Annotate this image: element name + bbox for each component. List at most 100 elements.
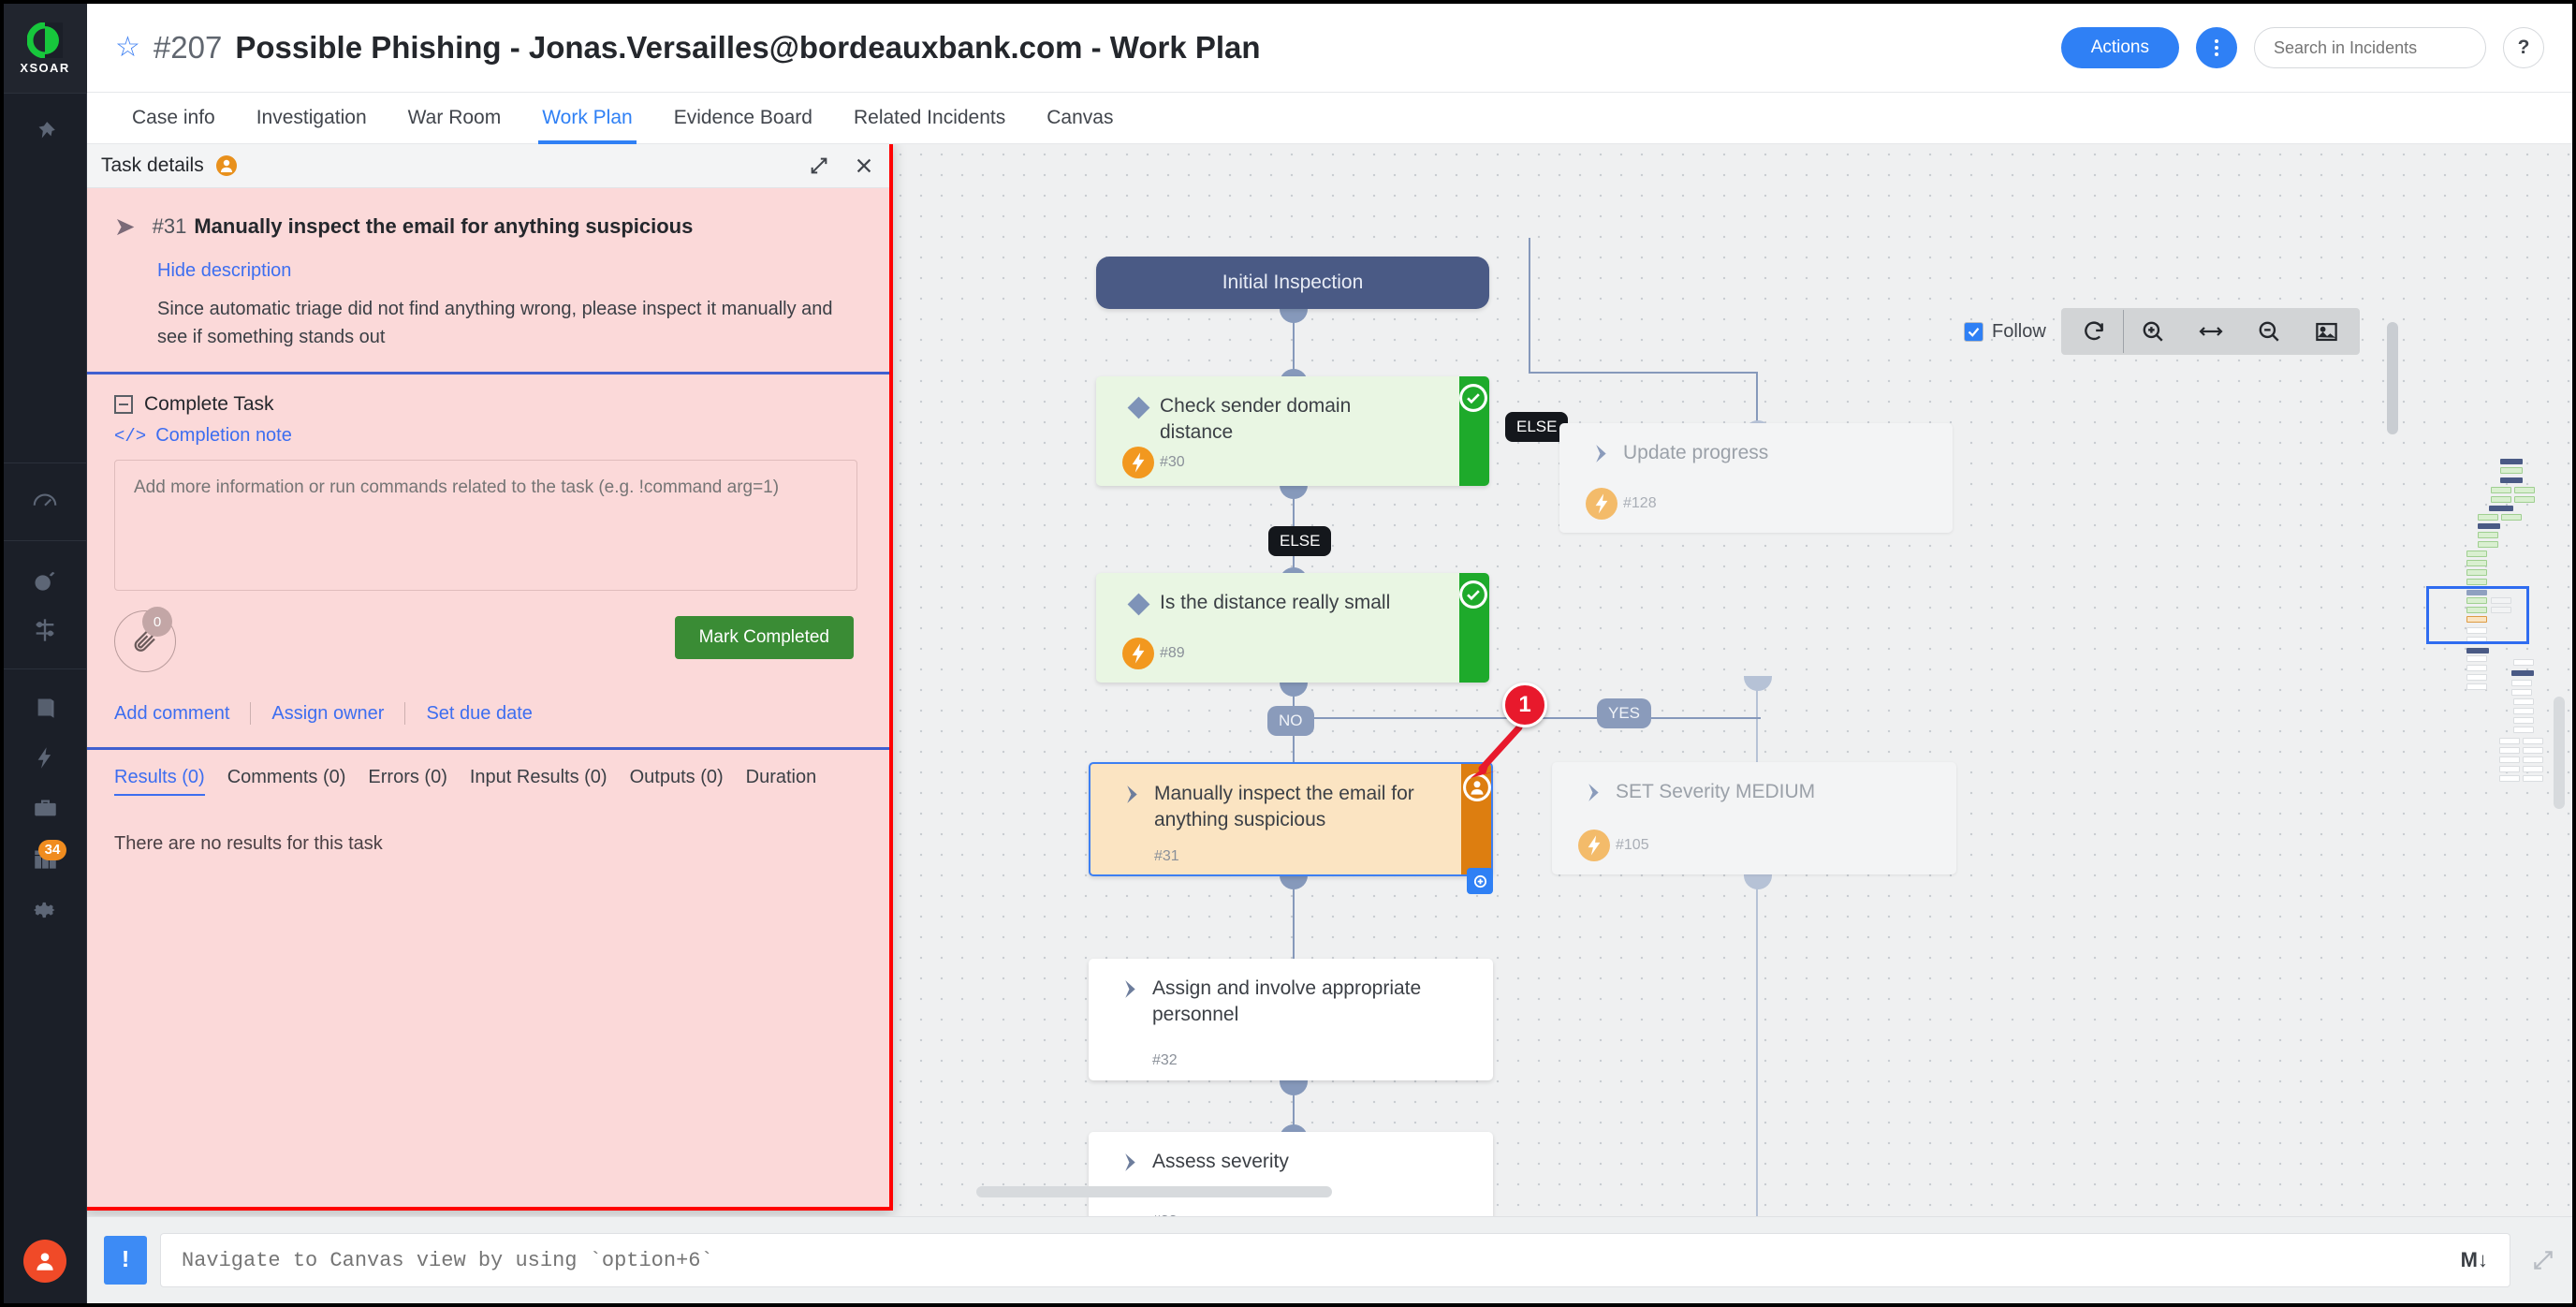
- xsoar-logo-text: XSOAR: [20, 60, 70, 75]
- rail-section-dashboard: [3, 462, 87, 540]
- flow-node-105[interactable]: SET Severity MEDIUM #105: [1552, 762, 1956, 874]
- completion-note-link[interactable]: Completion note: [155, 425, 292, 447]
- tab-errors[interactable]: Errors (0): [368, 767, 469, 800]
- search-input[interactable]: [2254, 27, 2486, 68]
- automation-icon[interactable]: [20, 733, 70, 784]
- task-details-body: ➤ #31 Manually inspect the email for any…: [87, 188, 889, 1207]
- code-icon: </>: [114, 425, 147, 447]
- tab-canvas[interactable]: Canvas: [1026, 93, 1134, 144]
- flow-node-status-stripe: [1459, 573, 1489, 683]
- settings-icon[interactable]: [20, 885, 70, 935]
- connector-dot: [1744, 676, 1772, 691]
- left-nav-rail: XSOAR 34: [3, 4, 87, 1303]
- edge-label-no: NO: [1267, 706, 1314, 736]
- refresh-icon[interactable]: [2065, 308, 2123, 355]
- flow-node-33[interactable]: Assess severity #33: [1089, 1132, 1493, 1216]
- flow-node-id: #31: [1154, 848, 1179, 864]
- tab-war-room[interactable]: War Room: [388, 93, 522, 144]
- rail-section-pin: [3, 93, 87, 170]
- tab-duration[interactable]: Duration: [746, 767, 840, 800]
- completed-check-icon: [1459, 384, 1487, 412]
- flow-section-header-top[interactable]: Initial Inspection: [1096, 257, 1489, 309]
- minimap-vertical-scrollbar[interactable]: [2554, 697, 2565, 809]
- hide-description-link[interactable]: Hide description: [157, 260, 857, 282]
- dashboard-icon[interactable]: [20, 477, 70, 527]
- command-prefix-button[interactable]: !: [104, 1236, 147, 1285]
- completed-check-icon: [1459, 580, 1487, 609]
- flow-node-id: #128: [1623, 495, 1657, 511]
- manual-task-chevron-icon: ➤: [114, 213, 136, 241]
- tab-investigation[interactable]: Investigation: [236, 93, 388, 144]
- application-window: XSOAR 34 ☆ #207 Possible Phishing - Jona…: [0, 0, 2576, 1307]
- flow-node-title: Manually inspect the email for anything …: [1154, 783, 1414, 831]
- annotation-marker-1: 1: [1502, 683, 1547, 727]
- set-due-date-link[interactable]: Set due date: [405, 703, 552, 725]
- flow-node-id: #30: [1160, 453, 1185, 470]
- rail-section-incidents: [3, 539, 87, 668]
- flow-node-30[interactable]: Check sender domain distance #30: [1096, 376, 1489, 486]
- more-options-button[interactable]: [2196, 27, 2237, 68]
- xsoar-logo[interactable]: XSOAR: [3, 4, 87, 93]
- flow-section-title: Initial Inspection: [1222, 272, 1364, 293]
- tab-comments[interactable]: Comments (0): [227, 767, 369, 800]
- export-image-icon[interactable]: [2298, 308, 2356, 355]
- workplan-canvas[interactable]: Follow Initial Inspection Check sender d…: [87, 144, 2572, 1216]
- add-task-button[interactable]: [1467, 868, 1493, 894]
- expand-icon[interactable]: [2531, 1248, 2555, 1272]
- playbooks-icon[interactable]: [20, 683, 70, 733]
- zoom-in-icon[interactable]: [2124, 308, 2182, 355]
- add-comment-link[interactable]: Add comment: [114, 703, 250, 725]
- tab-results[interactable]: Results (0): [114, 767, 227, 800]
- fit-width-icon[interactable]: [2182, 308, 2240, 355]
- actions-button[interactable]: Actions: [2060, 27, 2179, 68]
- task-details-header: Task details: [87, 144, 889, 188]
- complete-task-header[interactable]: Complete Task: [114, 393, 857, 416]
- task-details-panel: Task details ➤ #31 Manually inspect the …: [87, 144, 893, 1211]
- pin-icon[interactable]: [20, 107, 70, 157]
- indicators-icon[interactable]: [20, 605, 70, 655]
- tab-work-plan[interactable]: Work Plan: [521, 93, 652, 144]
- completion-note-row[interactable]: </> Completion note: [114, 425, 857, 447]
- empty-results-message: There are no results for this task: [114, 833, 383, 854]
- incident-number: #207: [153, 30, 223, 65]
- flow-node-32[interactable]: Assign and involve appropriate personnel…: [1089, 959, 1493, 1080]
- tab-outputs[interactable]: Outputs (0): [630, 767, 746, 800]
- completion-note-input[interactable]: [114, 460, 857, 591]
- tab-case-info[interactable]: Case info: [111, 93, 236, 144]
- tab-related-incidents[interactable]: Related Incidents: [833, 93, 1026, 144]
- manual-task-chevron-icon: [1109, 1149, 1152, 1174]
- expand-icon[interactable]: [809, 155, 829, 176]
- jobs-icon[interactable]: [20, 784, 70, 834]
- tab-evidence-board[interactable]: Evidence Board: [653, 93, 833, 144]
- user-avatar[interactable]: [23, 1240, 66, 1283]
- close-icon[interactable]: [854, 155, 874, 176]
- tab-input-results[interactable]: Input Results (0): [470, 767, 630, 800]
- edge-label-yes: YES: [1597, 698, 1652, 728]
- help-button[interactable]: ?: [2503, 27, 2544, 68]
- attachment-button[interactable]: 0: [114, 607, 182, 678]
- complete-task-section: Complete Task </> Completion note: [87, 374, 889, 595]
- flow-node-89[interactable]: Is the distance really small #89: [1096, 573, 1489, 683]
- top-header-bar: ☆ #207 Possible Phishing - Jonas.Versail…: [87, 4, 2572, 93]
- mark-completed-button[interactable]: Mark Completed: [674, 616, 854, 659]
- connector-line: [1756, 372, 1758, 423]
- task-summary-section: ➤ #31 Manually inspect the email for any…: [87, 188, 889, 374]
- marketplace-icon[interactable]: 34: [20, 834, 70, 885]
- favorite-star-icon[interactable]: ☆: [115, 34, 140, 62]
- command-input[interactable]: [160, 1233, 2510, 1287]
- canvas-horizontal-scrollbar[interactable]: [976, 1186, 1332, 1197]
- collapse-icon[interactable]: [114, 395, 133, 414]
- automation-bolt-icon: [1573, 830, 1616, 861]
- flow-node-title: Is the distance really small: [1160, 592, 1391, 613]
- task-description: Since automatic triage did not find anyt…: [157, 299, 833, 347]
- flow-minimap[interactable]: [2408, 416, 2572, 818]
- zoom-out-icon[interactable]: [2240, 308, 2298, 355]
- incidents-icon[interactable]: [20, 554, 70, 605]
- assign-owner-link[interactable]: Assign owner: [251, 703, 404, 725]
- flow-node-128[interactable]: Update progress #128: [1559, 423, 1953, 533]
- canvas-vertical-scrollbar[interactable]: [2387, 322, 2398, 434]
- flow-node-31-selected[interactable]: Manually inspect the email for anything …: [1089, 762, 1493, 876]
- task-quick-links: Add comment Assign owner Set due date: [114, 702, 857, 725]
- minimap-viewport[interactable]: [2426, 586, 2529, 644]
- follow-checkbox[interactable]: Follow: [1964, 321, 2046, 343]
